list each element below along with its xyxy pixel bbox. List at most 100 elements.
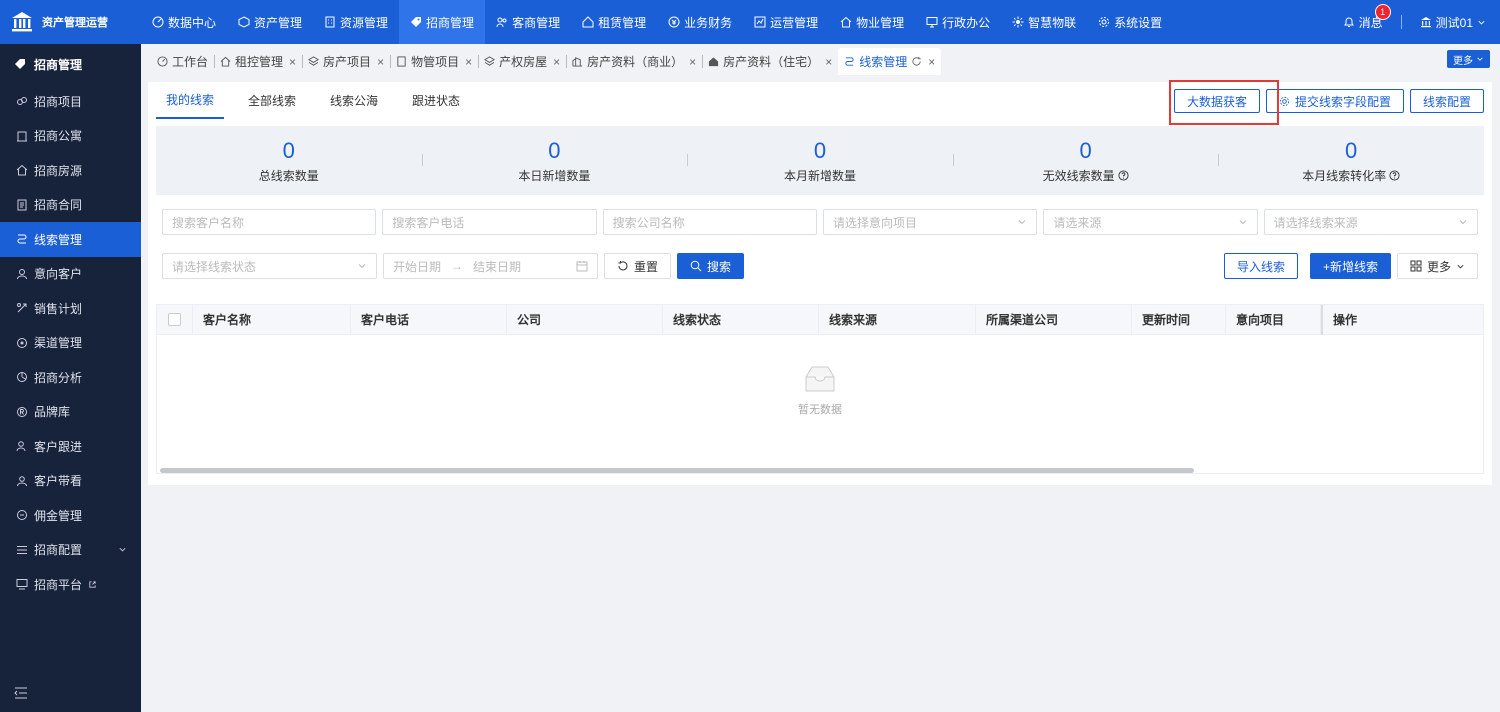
topnav-iot[interactable]: 智慧物联: [1001, 0, 1087, 44]
topnav-office[interactable]: 行政办公: [915, 0, 1001, 44]
sidebar-item-platform[interactable]: 招商平台: [0, 567, 141, 602]
tab-property-house[interactable]: 产权房屋 ×: [478, 48, 566, 75]
topnav-resource[interactable]: 资源管理: [313, 0, 399, 44]
subtab-all-clues[interactable]: 全部线索: [238, 82, 306, 119]
house-icon: [220, 56, 231, 67]
end-date[interactable]: 结束日期: [473, 258, 521, 275]
apps-icon: [1410, 260, 1422, 272]
clue-config-button[interactable]: 线索配置: [1409, 89, 1484, 113]
close-icon[interactable]: ×: [465, 55, 472, 69]
subtab-my-clues[interactable]: 我的线索: [156, 82, 225, 119]
sidebar-item-commission[interactable]: 佣金管理: [0, 498, 141, 533]
tab-estate-commercial[interactable]: 房产资料（商业） ×: [566, 48, 702, 75]
horizontal-scrollbar[interactable]: [160, 468, 1194, 473]
subtab-followup-status[interactable]: 跟进状态: [402, 82, 470, 119]
company-input[interactable]: 搜索公司名称: [602, 209, 817, 235]
sidebar-item-label: 招商项目: [34, 94, 83, 109]
sidebar-item-apartment[interactable]: 招商公寓: [0, 119, 141, 154]
stat-value: 0: [548, 137, 561, 163]
column-header[interactable]: 线索状态: [663, 304, 819, 335]
column-header[interactable]: 所属渠道公司: [976, 304, 1132, 335]
topnav-lease[interactable]: 租赁管理: [571, 0, 657, 44]
column-header[interactable]: 公司: [507, 304, 663, 335]
column-header[interactable]: 操作: [1321, 304, 1483, 335]
close-icon[interactable]: ×: [553, 55, 560, 69]
sidebar-item-listings[interactable]: 招商房源: [0, 153, 141, 188]
sidebar-item-label: 招商分析: [34, 370, 83, 385]
sidebar-item-analysis[interactable]: 招商分析: [0, 360, 141, 395]
sidebar-item-sales-plan[interactable]: 销售计划: [0, 291, 141, 326]
clue-source-select[interactable]: 请选择线索来源: [1263, 209, 1478, 235]
stat-invalid: 0 无效线索数量: [952, 126, 1219, 195]
tab-clue-management[interactable]: 线索管理 ×: [838, 48, 942, 75]
column-header[interactable]: 客户名称: [193, 304, 351, 335]
bank-logo-icon: [12, 12, 32, 32]
question-circle-icon[interactable]: [1389, 169, 1400, 181]
search-button[interactable]: 搜索: [677, 253, 745, 279]
tab-workbench[interactable]: 工作台: [151, 48, 214, 75]
platform-icon: [16, 579, 28, 590]
close-icon[interactable]: ×: [289, 55, 296, 69]
topnav-investment[interactable]: 招商管理: [399, 0, 486, 44]
refresh-icon[interactable]: [911, 56, 922, 67]
topnav-finance[interactable]: 业务财务: [657, 0, 743, 44]
clue-status-select[interactable]: 请选择线索状态: [162, 253, 377, 279]
project-select[interactable]: 请选择意向项目: [822, 209, 1038, 235]
brand[interactable]: 资产管理运营: [0, 0, 141, 44]
sidebar-item-config[interactable]: 招商配置: [0, 533, 141, 568]
big-data-button[interactable]: 大数据获客: [1173, 89, 1260, 113]
user-follow-icon: [16, 441, 26, 452]
date-range-picker[interactable]: 开始日期 → 结束日期: [383, 253, 598, 279]
field-config-button[interactable]: 提交线索字段配置: [1265, 89, 1404, 113]
column-header[interactable]: 客户电话: [351, 304, 507, 335]
stat-value: 0: [813, 137, 827, 163]
select-all-checkbox[interactable]: [168, 313, 181, 326]
user-menu[interactable]: 测试01: [1420, 14, 1486, 31]
column-header[interactable]: 意向项目: [1226, 304, 1321, 335]
sidebar-item-clues[interactable]: 线索管理: [0, 222, 141, 257]
sidebar-item-projects[interactable]: 招商项目: [0, 84, 141, 119]
close-icon[interactable]: ×: [825, 55, 832, 69]
topnav-settings[interactable]: 系统设置: [1087, 0, 1173, 44]
tab-label: 工作台: [172, 55, 209, 69]
table-header: 客户名称 客户电话 公司 线索状态 线索来源 所属渠道公司 更新时间 意向项目 …: [157, 304, 1483, 335]
sidebar-item-brands[interactable]: 品牌库: [0, 395, 141, 430]
add-clue-button[interactable]: +新增线索: [1309, 253, 1391, 279]
user-icon: [17, 268, 27, 279]
reset-button[interactable]: 重置: [604, 253, 672, 279]
tab-rent-control[interactable]: 租控管理 ×: [214, 48, 302, 75]
customer-phone-input[interactable]: 搜索客户电话: [382, 209, 597, 235]
topnav-property[interactable]: 物业管理: [829, 0, 915, 44]
customer-name-input[interactable]: 搜索客户名称: [162, 209, 377, 235]
start-date[interactable]: 开始日期: [393, 258, 441, 275]
close-icon[interactable]: ×: [928, 55, 935, 69]
sidebar-item-contracts[interactable]: 招商合同: [0, 188, 141, 223]
chart-icon: [754, 16, 766, 28]
sidebar-item-intent-customers[interactable]: 意向客户: [0, 257, 141, 292]
tab-real-estate-project[interactable]: 房产项目 ×: [302, 48, 390, 75]
sidebar-item-channels[interactable]: 渠道管理: [0, 326, 141, 361]
topnav-asset[interactable]: 资产管理: [227, 0, 313, 44]
tab-estate-residential[interactable]: 房产资料（住宅） ×: [702, 48, 838, 75]
tabs-more-button[interactable]: 更多: [1447, 50, 1490, 68]
sidebar-item-viewing[interactable]: 客户带看: [0, 464, 141, 499]
column-header[interactable]: 更新时间: [1132, 304, 1226, 335]
topnav-merchant[interactable]: 客商管理: [485, 0, 571, 44]
tab-property-project[interactable]: 物管项目 ×: [390, 48, 478, 75]
more-button[interactable]: 更多: [1396, 253, 1478, 279]
link-icon: [17, 97, 27, 106]
topnav-data-center[interactable]: 数据中心: [141, 0, 227, 44]
question-circle-icon[interactable]: [1118, 169, 1129, 181]
close-icon[interactable]: ×: [689, 55, 696, 69]
tabs-more-label: 更多: [1453, 55, 1473, 67]
column-header[interactable]: 线索来源: [819, 304, 976, 335]
close-icon[interactable]: ×: [377, 55, 384, 69]
chevron-down-icon: [1477, 57, 1483, 61]
source-select[interactable]: 请选来源: [1043, 209, 1258, 235]
sidebar-item-followup[interactable]: 客户跟进: [0, 429, 141, 464]
messages[interactable]: 消息 1: [1343, 3, 1391, 31]
topnav-operation[interactable]: 运营管理: [743, 0, 829, 44]
subtab-clue-pool[interactable]: 线索公海: [320, 82, 388, 119]
import-clues-button[interactable]: 导入线索: [1223, 253, 1298, 279]
collapse-menu-icon[interactable]: [14, 686, 28, 700]
